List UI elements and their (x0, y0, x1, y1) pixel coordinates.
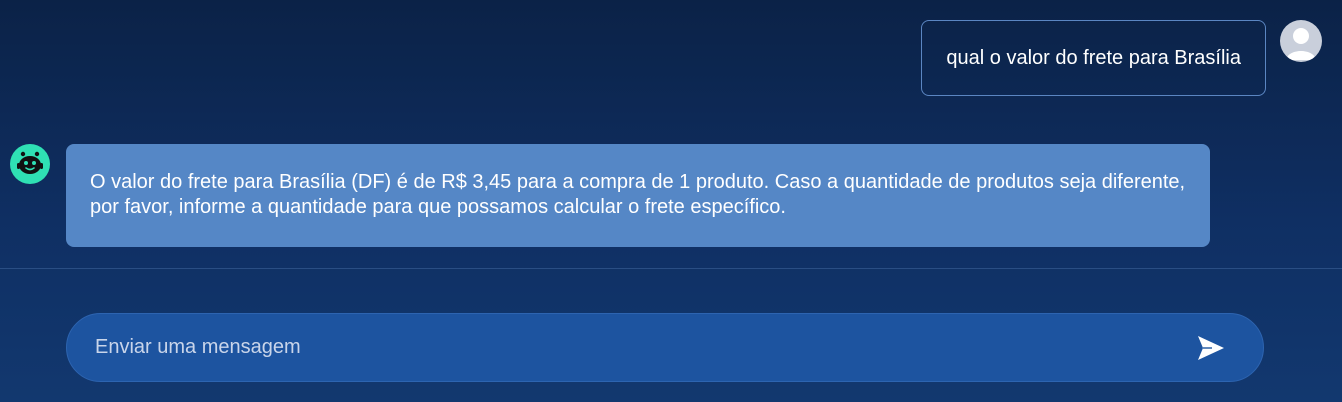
bot-message-row: O valor do frete para Brasília (DF) é de… (10, 144, 1210, 247)
send-icon (1198, 335, 1224, 360)
message-composer (66, 313, 1264, 382)
user-avatar-icon (1280, 20, 1322, 62)
chat-thread: qual o valor do frete para Brasília O va… (0, 0, 1342, 268)
message-input[interactable] (67, 313, 1181, 382)
bot-message-bubble: O valor do frete para Brasília (DF) é de… (66, 144, 1210, 247)
send-button[interactable] (1181, 318, 1241, 378)
robot-icon (10, 144, 50, 184)
user-message-row: qual o valor do frete para Brasília (921, 20, 1322, 96)
divider (0, 268, 1342, 269)
user-message-bubble: qual o valor do frete para Brasília (921, 20, 1266, 96)
